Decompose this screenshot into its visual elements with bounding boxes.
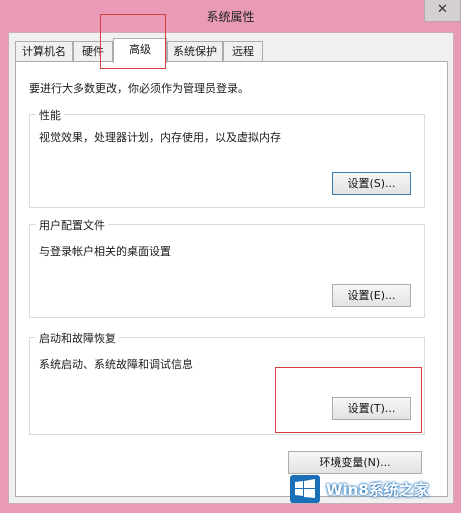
watermark: Win8系统之家 <box>290 469 461 513</box>
tab-label: 硬件 <box>82 45 104 58</box>
user-profiles-description: 与登录帐户相关的桌面设置 <box>39 245 171 258</box>
close-button[interactable]: ✕ <box>424 0 461 22</box>
startup-recovery-description: 系统启动、系统故障和调试信息 <box>39 358 193 371</box>
user-profiles-group-title: 用户配置文件 <box>36 217 108 233</box>
tab-computer-name[interactable]: 计算机名 <box>15 41 73 62</box>
performance-description: 视觉效果，处理器计划，内存使用，以及虚拟内存 <box>39 131 281 144</box>
tab-label: 系统保护 <box>173 45 217 58</box>
tab-label: 计算机名 <box>22 45 66 58</box>
user-profiles-group: 用户配置文件 与登录帐户相关的桌面设置 设置(E)... <box>29 217 425 318</box>
startup-recovery-group: 启动和故障恢复 系统启动、系统故障和调试信息 设置(T)... <box>29 330 425 435</box>
window-title: 系统属性 <box>206 10 255 24</box>
user-profiles-settings-button[interactable]: 设置(E)... <box>332 284 411 307</box>
close-icon: ✕ <box>437 2 448 17</box>
watermark-text: Win8系统之家 <box>326 481 429 499</box>
windows-logo-icon <box>290 475 320 503</box>
performance-group: 性能 视觉效果，处理器计划，内存使用，以及虚拟内存 设置(S)... <box>29 107 425 208</box>
startup-recovery-settings-button[interactable]: 设置(T)... <box>332 397 411 420</box>
tab-label: 高级 <box>129 43 151 56</box>
startup-recovery-group-title: 启动和故障恢复 <box>36 330 119 346</box>
title-bar: 系统属性 ✕ <box>0 0 461 32</box>
tab-hardware[interactable]: 硬件 <box>73 41 113 62</box>
tab-advanced[interactable]: 高级 <box>113 38 167 63</box>
tab-label: 远程 <box>232 45 254 58</box>
performance-group-title: 性能 <box>36 107 64 123</box>
admin-notice: 要进行大多数更改，你必须作为管理员登录。 <box>29 82 249 95</box>
tab-system-protection[interactable]: 系统保护 <box>167 41 223 62</box>
performance-settings-button[interactable]: 设置(S)... <box>332 172 411 195</box>
tab-remote[interactable]: 远程 <box>223 41 263 62</box>
